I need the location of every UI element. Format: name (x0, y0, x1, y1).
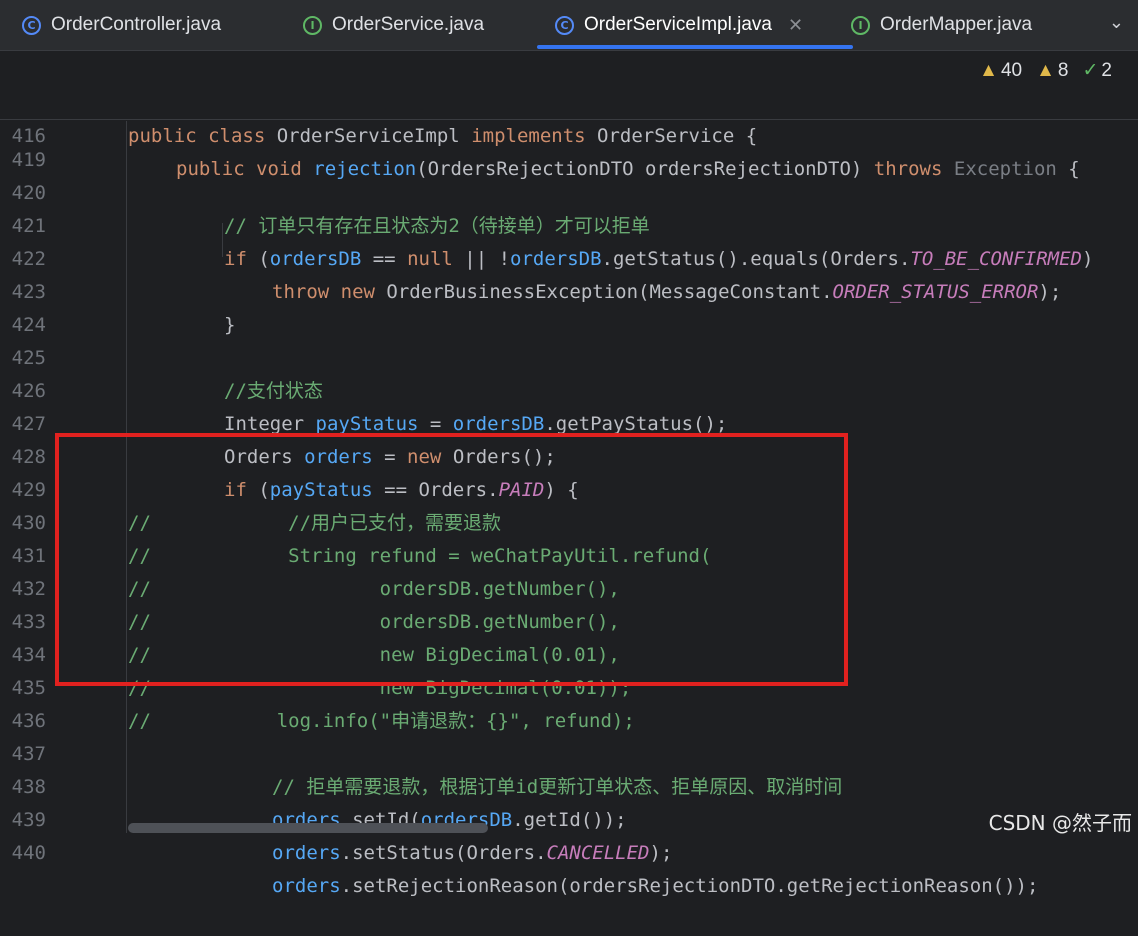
check-icon: ✓ (1082, 60, 1099, 81)
code-line: 421 if (ordersDB == null || !ordersDB.ge… (0, 177, 1138, 270)
editor-tab-bar: C OrderController.java I OrderService.ja… (0, 0, 1138, 51)
code-line: 438 orders.setId(ordersDB.getId()); (0, 738, 1138, 831)
code-line: 437 // 拒单需要退款，根据订单id更新订单状态、拒单原因、取消时间 (0, 705, 1138, 798)
interface-icon: I (851, 15, 870, 35)
tab-label: OrderServiceImpl.java (584, 14, 772, 35)
chevron-down-icon[interactable]: ⌄ (1109, 12, 1124, 33)
tab-order-mapper[interactable]: I OrderMapper.java (851, 0, 1032, 50)
tab-label: OrderService.java (332, 14, 485, 35)
code-line: 426 Integer payStatus = ordersDB.getPayS… (0, 342, 1138, 435)
code-text: orders.setStatus(Orders.CANCELLED); (272, 842, 673, 864)
horizontal-scrollbar[interactable] (128, 823, 488, 833)
tab-label: OrderController.java (51, 14, 222, 35)
code-line: 422 throw new OrderBusinessException(Mes… (0, 210, 1138, 303)
watermark: CSDN @然子而 (988, 811, 1132, 835)
tab-order-controller[interactable]: C OrderController.java (22, 0, 221, 50)
highlight-box (55, 433, 848, 686)
typo-count: 2 (1101, 60, 1112, 81)
tab-label: OrderMapper.java (880, 14, 1033, 35)
code-line: 419 (0, 111, 1138, 171)
inspection-widget[interactable]: ▲ 40 ▲ 8 ✓ 2 (979, 54, 1112, 87)
interface-icon: I (303, 15, 322, 35)
class-icon: C (555, 15, 574, 35)
warning-icon: ▲ (979, 60, 998, 81)
code-line: 424 (0, 276, 1138, 336)
code-line: 423 } (0, 243, 1138, 336)
line-number: 440 (11, 842, 46, 864)
weak-warning-count: 8 (1057, 60, 1069, 81)
sticky-line: 39 public class OrderServiceImpl impleme… (0, 54, 1138, 147)
code-editor[interactable]: 39 public class OrderServiceImpl impleme… (0, 51, 1138, 897)
tab-order-service[interactable]: I OrderService.java (303, 0, 484, 50)
code-text: orders.setRejectionReason(ordersRejectio… (272, 875, 1039, 897)
tab-order-service-impl[interactable]: C OrderServiceImpl.java ✕ (536, 0, 854, 50)
code-line: 425 //支付状态 (0, 309, 1138, 402)
class-icon: C (22, 15, 41, 35)
close-icon[interactable]: ✕ (788, 15, 803, 36)
code-line: 420 // 订单只有存在且状态为2（待接单）才可以拒单 (0, 144, 1138, 237)
code-line: 439 orders.setStatus(Orders.CANCELLED); (0, 771, 1138, 864)
code-line: 427 Orders orders = new Orders(); (0, 375, 1138, 468)
warning-count: 40 (1000, 60, 1023, 81)
weak-warning-icon: ▲ (1036, 60, 1055, 81)
